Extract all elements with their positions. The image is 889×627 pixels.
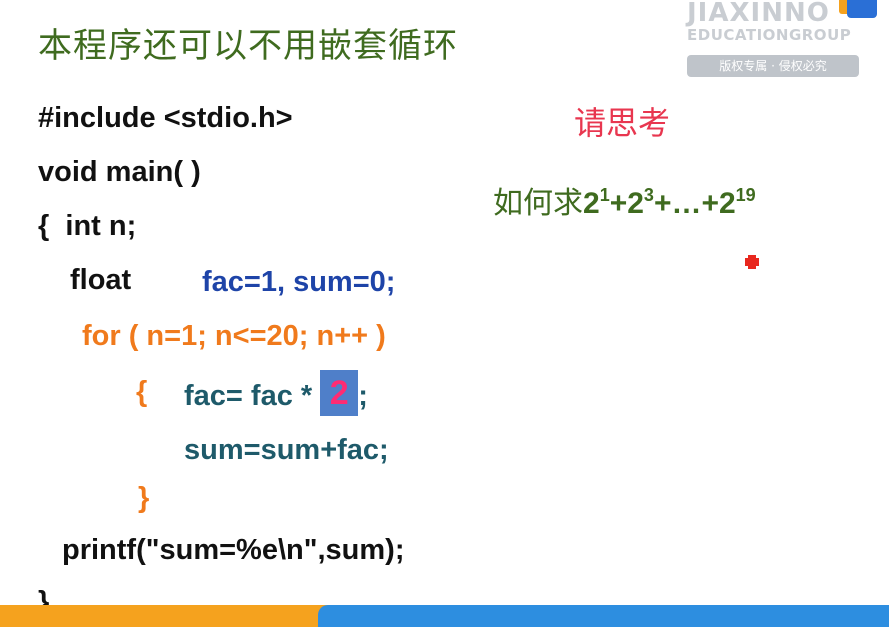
pointer-dot-icon bbox=[745, 255, 759, 269]
code-keyword-float: float bbox=[70, 264, 132, 296]
plus-sign: + bbox=[609, 187, 628, 220]
code-line-sum: sum=sum+fac; bbox=[184, 434, 389, 466]
footer-bar bbox=[0, 605, 889, 627]
term3-exponent: 19 bbox=[735, 185, 756, 205]
watermark: JIAXINNO EDUCATIONGROUP 版权专属 · 侵权必究 bbox=[687, 0, 877, 85]
code-line-int-decl: { int n; bbox=[38, 210, 137, 242]
slide: 本程序还可以不用嵌套循环 JIAXINNO EDUCATIONGROUP 版权专… bbox=[0, 0, 889, 627]
term3-base: 2 bbox=[718, 187, 736, 220]
watermark-brand: JIAXINNO bbox=[687, 0, 830, 28]
code-line-for: for ( n=1; n<=20; n++ ) bbox=[82, 320, 386, 352]
code-line-fac: fac= fac * 2; bbox=[184, 370, 368, 417]
term1-base: 2 bbox=[583, 187, 600, 220]
code-line-include: #include <stdio.h> bbox=[38, 102, 293, 134]
question-prefix: 如何求 bbox=[493, 186, 583, 221]
ellipsis-sum: +…+ bbox=[653, 187, 719, 220]
watermark-badge: 版权专属 · 侵权必究 bbox=[687, 55, 859, 77]
code-float-decl: fac=1, sum=0; bbox=[202, 266, 396, 298]
term2-base: 2 bbox=[627, 187, 644, 220]
code-close-brace: } bbox=[138, 482, 150, 514]
question: 如何求21+23+…+219 bbox=[493, 178, 756, 222]
code-line-main: void main( ) bbox=[38, 156, 201, 188]
footer-blue-strip bbox=[318, 605, 889, 627]
code-fac-semicolon: ; bbox=[358, 380, 368, 412]
highlighted-factor: 2 bbox=[320, 370, 359, 417]
code-open-brace: { bbox=[136, 376, 148, 408]
code-fac-expr: fac= fac * bbox=[184, 380, 321, 412]
term1-exponent: 1 bbox=[599, 185, 610, 205]
term2-exponent: 3 bbox=[643, 185, 654, 205]
footer-orange-strip bbox=[0, 605, 330, 627]
watermark-subtitle: EDUCATIONGROUP bbox=[687, 26, 852, 44]
code-line-printf: printf("sum=%e\n",sum); bbox=[62, 534, 405, 566]
slide-title: 本程序还可以不用嵌套循环 bbox=[38, 26, 458, 66]
question-expression: 21+23+…+219 bbox=[583, 185, 756, 220]
watermark-logo-icon bbox=[833, 0, 877, 18]
think-prompt: 请思考 bbox=[574, 104, 671, 142]
